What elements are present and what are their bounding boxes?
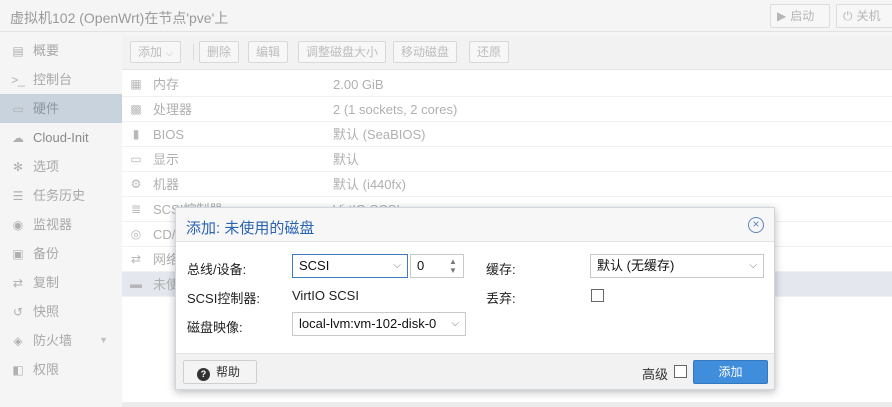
power-icon: ⏻ — [843, 9, 853, 23]
resize-disk-button[interactable]: 调整磁盘大小 — [298, 41, 387, 63]
dialog-header: 添加: 未使用的磁盘 × — [176, 208, 774, 242]
history-icon: ↺ — [12, 305, 24, 319]
table-row[interactable]: ▮ BIOS 默认 (SeaBIOS) — [122, 122, 892, 147]
shield-icon: ◈ — [13, 334, 23, 348]
spinner-arrows-icon[interactable]: ▲ ▼ — [447, 257, 459, 275]
sidebar-item-monitor[interactable]: ◉ 监视器 — [0, 210, 122, 239]
hardware-toolbar: 添加 ⌵ 删除 编辑 调整磁盘大小 移动磁盘 还原 — [122, 36, 892, 70]
chevron-down-icon: ⌵ — [451, 318, 459, 329]
eye-icon: ◉ — [12, 218, 24, 232]
move-disk-button[interactable]: 移动磁盘 — [393, 41, 458, 63]
retweet-icon: ⇄ — [12, 276, 24, 290]
horizontal-scrollbar[interactable] — [122, 402, 892, 407]
discard-label: 丢弃: — [486, 291, 516, 306]
cache-select[interactable]: 默认 (无缓存) ⌵ — [590, 254, 764, 278]
monitor-icon: ▭ — [12, 102, 24, 116]
scsi-controller-label: SCSI控制器: — [187, 291, 260, 306]
sidebar-item-task-history[interactable]: ☰ 任务历史 — [0, 181, 122, 210]
toolbar-divider — [193, 44, 194, 60]
hdd-icon: ▬ — [130, 277, 142, 291]
add-unused-disk-dialog: 添加: 未使用的磁盘 × 总线/设备: SCSI ⌵ 0 ▲ ▼ 缓存: 默认 (… — [175, 207, 775, 390]
dialog-footer: ? 帮助 高级 添加 — [176, 353, 774, 389]
cache-label: 缓存: — [486, 262, 516, 277]
chevron-down-icon: ⌵ — [749, 260, 757, 271]
sidebar-item-firewall[interactable]: ◈ 防火墙 ▼ — [0, 326, 122, 355]
terminal-icon: >_ — [11, 73, 25, 87]
help-button[interactable]: ? 帮助 — [183, 360, 257, 384]
dialog-title: 添加: 未使用的磁盘 — [186, 220, 315, 237]
chevron-down-icon: ⌵ — [393, 260, 401, 271]
edit-button[interactable]: 编辑 — [248, 41, 289, 63]
window-title: 虚拟机102 (OpenWrt)在节点'pve'上 — [10, 10, 229, 26]
title-bar: 虚拟机102 (OpenWrt)在节点'pve'上 ▶ 启动 ⏻ 关机 — [0, 0, 892, 32]
sidebar-item-snapshots[interactable]: ↺ 快照 — [0, 297, 122, 326]
shutdown-button[interactable]: ⏻ 关机 — [836, 4, 892, 28]
exchange-icon: ⇄ — [130, 252, 142, 266]
sidebar-item-console[interactable]: >_ 控制台 — [0, 65, 122, 94]
gear-icon: ✻ — [12, 160, 24, 174]
database-icon: ≣ — [130, 202, 142, 216]
sidebar-item-replication[interactable]: ⇄ 复制 — [0, 268, 122, 297]
cloud-icon: ☁ — [12, 131, 24, 145]
cogs-icon: ⚙ — [130, 177, 142, 191]
discard-checkbox[interactable] — [591, 289, 604, 302]
sidebar-item-hardware[interactable]: ▭ 硬件 — [0, 94, 122, 123]
sidebar-item-cloud-init[interactable]: ☁ Cloud-Init — [0, 123, 122, 152]
start-button[interactable]: ▶ 启动 — [770, 4, 830, 28]
table-row[interactable]: ⚙ 机器 默认 (i440fx) — [122, 172, 892, 197]
microchip-icon: ▮ — [132, 127, 140, 141]
revert-button[interactable]: 还原 — [469, 41, 510, 63]
desktop-icon: ▭ — [130, 152, 142, 166]
sidebar-item-backup[interactable]: ▣ 备份 — [0, 239, 122, 268]
table-row[interactable]: ▦ 内存 2.00 GiB — [122, 72, 892, 97]
scsi-controller-value: VirtIO SCSI — [292, 288, 359, 303]
play-icon: ▶ — [777, 9, 787, 23]
add-menu-button[interactable]: 添加 ⌵ — [130, 41, 181, 63]
bus-select[interactable]: SCSI ⌵ — [292, 254, 408, 278]
device-number-spinner[interactable]: 0 ▲ ▼ — [410, 254, 464, 278]
sidebar: ▤ 概要 >_ 控制台 ▭ 硬件 ☁ Cloud-Init ✻ 选项 ☰ 任务历史 ◉ 监视器… — [0, 36, 122, 407]
bus-device-label: 总线/设备: — [187, 262, 247, 277]
book-icon: ▤ — [12, 44, 24, 58]
add-button[interactable]: 添加 — [693, 360, 768, 384]
memory-icon: ▦ — [130, 77, 142, 91]
close-icon[interactable]: × — [748, 217, 764, 233]
disk-image-select[interactable]: local-lvm:vm-102-disk-0 ⌵ — [292, 312, 466, 336]
chevron-down-icon: ▼ — [99, 335, 108, 345]
question-circle-icon: ? — [197, 368, 210, 381]
table-row[interactable]: ▭ 显示 默认 — [122, 147, 892, 172]
sidebar-item-summary[interactable]: ▤ 概要 — [0, 36, 122, 65]
advanced-checkbox[interactable] — [674, 365, 687, 378]
cpu-icon: ▩ — [130, 102, 142, 116]
advanced-label: 高级 — [642, 367, 669, 382]
disk-image-label: 磁盘映像: — [187, 320, 243, 335]
chevron-down-icon: ⌵ — [166, 48, 173, 58]
list-icon: ☰ — [12, 189, 24, 203]
sidebar-item-permissions[interactable]: ◧ 权限 — [0, 355, 122, 384]
delete-button[interactable]: 删除 — [199, 41, 240, 63]
cdrom-icon: ◎ — [130, 227, 142, 241]
unlock-icon: ◧ — [12, 363, 24, 377]
table-row[interactable]: ▩ 处理器 2 (1 sockets, 2 cores) — [122, 97, 892, 122]
sidebar-item-options[interactable]: ✻ 选项 — [0, 152, 122, 181]
floppy-icon: ▣ — [12, 247, 24, 261]
